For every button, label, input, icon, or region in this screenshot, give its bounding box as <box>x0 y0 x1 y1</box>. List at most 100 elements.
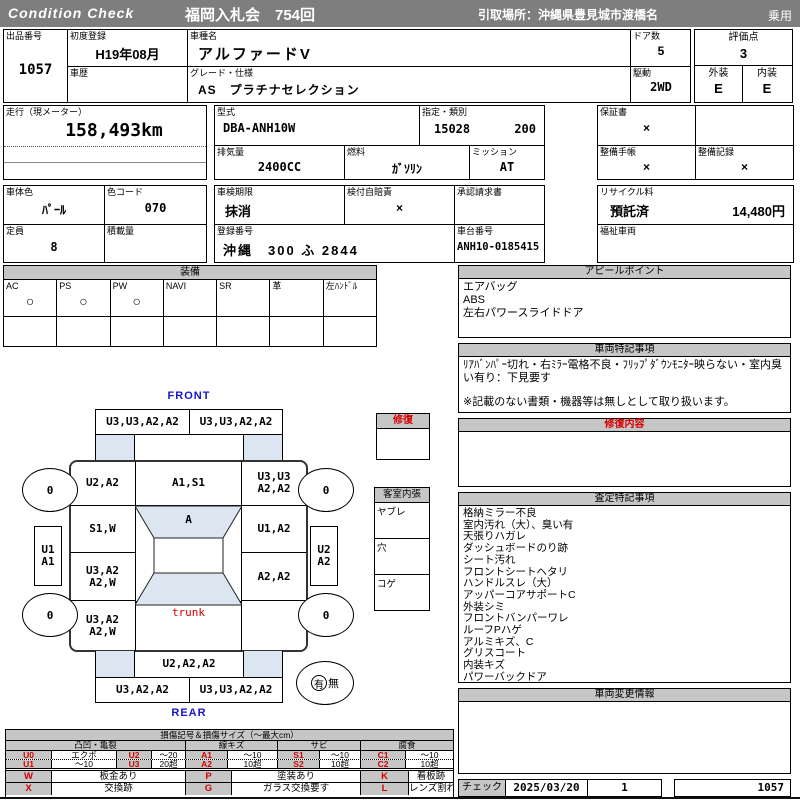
interior-grade-label: 内装 <box>757 68 777 79</box>
assessment-title: 査定特記事項 <box>459 493 790 506</box>
rear-bumper: U3,A2,A2 U3,U3,A2,A2 <box>95 677 283 703</box>
legend-size: 10超 <box>319 760 360 768</box>
fuel-cell: 燃料 ｶﾞｿﾘﾝ <box>345 146 470 179</box>
assessment-item: アッパーコアサポートC <box>463 588 576 601</box>
legend-mark-desc: 交換跡 <box>51 783 185 795</box>
registration-table: 車検期限 抹消 検付自賠責 × 承認請求書 登録番号 沖縄 300 ふ 2844… <box>214 185 545 263</box>
lot-cell: 出品番号 1057 <box>4 30 68 102</box>
equipment-empty-row <box>4 317 376 346</box>
load-cell: 積載量 <box>105 225 206 262</box>
recycle-status: 預託済 <box>610 204 650 219</box>
damage-diagram: FRONT U3,U3,A2,A2 U3,U3,A2,A2 U2,A2 A1,S… <box>0 385 460 730</box>
equipment-cell-leather: 革 <box>269 280 322 316</box>
recycle-cell: リサイクル料 預託済 14,480円 <box>598 186 793 225</box>
mileage-label: 走行（現メーター） <box>6 107 88 117</box>
equipment-table: 装備 AC ○ PS ○ PW ○ NAVI SR 革 左ﾊﾝﾄﾞﾙ <box>3 265 377 347</box>
color-code-value: 070 <box>144 201 167 215</box>
presence-yes-mark: 有 <box>311 675 327 691</box>
equipment-label: 左ﾊﾝﾄﾞﾙ <box>325 281 358 291</box>
legend-code: S1 <box>277 751 319 759</box>
grade-value: AS プラチナセレクション <box>198 83 360 97</box>
capacity-cell: 定員 8 <box>4 225 105 262</box>
brand-title: Condition Check <box>8 5 135 21</box>
notes-disclaimer: ※記載のない書類・機器等は無しとして取り扱います。 <box>463 396 735 408</box>
panel-quarter-left: U3,A2 A2,W <box>70 601 136 651</box>
panel-door-front-right: U1,A2 <box>241 506 306 553</box>
repair-content <box>459 432 790 436</box>
legend-group-rust: サビ <box>277 741 360 750</box>
displacement-cell: 排気量 2400CC <box>215 146 345 179</box>
model-code-cell: 型式 DBA-ANH10W <box>215 106 420 146</box>
front-corner-left <box>95 435 135 462</box>
assessment-item: ルーフPハゲ <box>463 624 522 637</box>
appeal-title: アピールポイント <box>459 266 790 279</box>
info-table: 出品番号 1057 初度登録 H19年08月 車種名 アルファードV ドア数 5… <box>3 29 691 103</box>
legend-table: 損傷記号＆損傷サイズ（～最大cm） 凸凹・亀裂 線キズ サビ 腐食 U0 エクボ… <box>5 729 454 798</box>
legend-size: 20超 <box>151 760 185 768</box>
repair-title: 修復内容 <box>459 419 790 432</box>
rear-label: REAR <box>171 707 207 719</box>
assessment-item: グリスコート <box>463 647 526 660</box>
legend-mark-code: W <box>6 771 51 782</box>
check-row: チェック 2025/03/20 1 1057 <box>458 779 791 797</box>
assessment-item: パワーバックドア <box>463 670 547 683</box>
legend-code: A1 <box>185 751 227 759</box>
color-code-label: 色コード <box>107 187 144 197</box>
equipment-cell-pw: PW ○ <box>109 280 163 316</box>
interior-row-burn: コゲ <box>377 579 397 590</box>
body-color-label: 車体色 <box>6 187 34 197</box>
change-info-section: 車両変更情報 <box>458 688 791 774</box>
appeal-line: 左右パワースライドドア <box>463 307 584 319</box>
recycle-label: リサイクル料 <box>600 187 654 197</box>
history-label: 車歴 <box>70 68 89 78</box>
mileage-value: 158,493km <box>65 120 163 141</box>
first-reg-value: H19年08月 <box>95 47 160 62</box>
interior-lining-box: 客室内張 ヤブレ 穴 コゲ <box>374 487 430 611</box>
check-spacer <box>662 779 674 797</box>
legend-code: U3 <box>116 760 151 768</box>
legend-mark-code: G <box>185 783 231 795</box>
roof-shape <box>153 537 224 574</box>
legend-mark-code: X <box>6 783 51 795</box>
legend-code: U2 <box>116 751 151 759</box>
maintenance-record-value: × <box>740 160 748 174</box>
exterior-grade-value: E <box>714 81 723 96</box>
warranty-value: × <box>642 121 650 135</box>
assessment-section: 査定特記事項 格納ミラー不良 室内汚れ（大）、臭い有 天張りハガレ ダッシュボー… <box>458 492 791 683</box>
grade-cell: グレード・仕様 AS プラチナセレクション <box>188 67 631 102</box>
class-no2: 200 <box>514 122 536 136</box>
lot-number: 1057 <box>18 62 53 78</box>
maintenance-record-label: 整備記録 <box>698 147 735 157</box>
panel-front-bumper-left: U3,U3,A2,A2 <box>106 415 179 428</box>
repair-mini-title: 修復 <box>377 414 429 429</box>
front-label: FRONT <box>167 390 211 402</box>
check-label: チェック <box>458 779 506 797</box>
class-label: 指定・類別 <box>422 107 468 117</box>
maintenance-book-value: × <box>642 160 650 174</box>
mileage-box: 走行（現メーター） 158,493km <box>3 105 207 180</box>
interior-lining-title: 客室内張 <box>375 488 429 503</box>
reg-no-cell: 登録番号 沖縄 300 ふ 2844 <box>215 225 455 262</box>
drive-label: 駆動 <box>633 68 652 78</box>
legend-mark-desc: 塗装あり <box>231 771 360 782</box>
history-cell: 車歴 <box>68 67 188 102</box>
top-header-bar: Condition Check 福岡入札会 754回 引取場所：沖縄県豊見城市渡… <box>0 0 800 27</box>
pickup-location: 引取場所：沖縄県豊見城市渡橋名 <box>478 8 659 22</box>
chassis-cell: 車台番号 ANH10-0185415 <box>455 225 544 262</box>
front-bumper: U3,U3,A2,A2 U3,U3,A2,A2 <box>95 409 283 435</box>
check-date: 2025/03/20 <box>506 779 588 797</box>
capacity-value: 8 <box>50 240 58 254</box>
recycle-fee: 14,480円 <box>732 204 785 219</box>
legend-title: 損傷記号＆損傷サイズ（～最大cm） <box>6 730 453 741</box>
panel-front-bumper-right: U3,U3,A2,A2 <box>189 410 282 434</box>
legend-group-dent: 凸凹・亀裂 <box>6 741 185 750</box>
appeal-line: エアバッグ <box>463 281 518 293</box>
equipment-label: PS <box>59 281 72 291</box>
equipment-cell-lhd: 左ﾊﾝﾄﾞﾙ <box>322 280 376 316</box>
legend-mark-code: P <box>185 771 231 782</box>
bottom-rule <box>0 797 800 799</box>
approval-cell: 承認請求書 <box>455 186 544 225</box>
appeal-line: ABS <box>463 294 486 306</box>
panel-door-rear-right: A2,A2 <box>241 553 306 601</box>
equipment-label: PW <box>112 281 128 291</box>
